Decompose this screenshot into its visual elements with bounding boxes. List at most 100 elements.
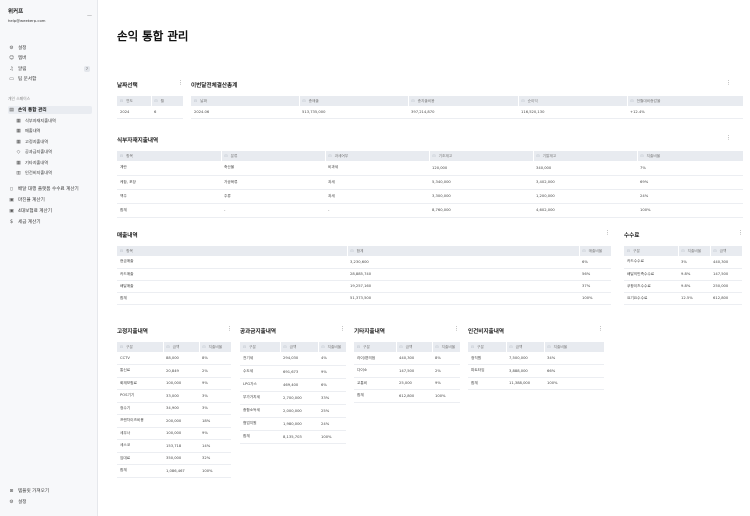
sidebar-item-label: 멤버 xyxy=(18,56,27,61)
table-cell: 440,300 xyxy=(396,352,432,365)
phone-icon: ▯ xyxy=(10,186,13,192)
more-icon[interactable]: ⋮ xyxy=(605,230,610,236)
more-icon[interactable]: ⋮ xyxy=(178,80,183,86)
table-cell: 카드수수료 xyxy=(624,256,678,269)
table-cell: 가공육류 xyxy=(221,175,325,190)
table-cell: 20,849 xyxy=(163,364,199,378)
column-header: ⊟ 지출비율 xyxy=(198,342,231,352)
sidebar-item-notifications[interactable]: ♫ 알림 7 xyxy=(8,65,92,73)
table-row: 임대료 350,000 32% xyxy=(117,452,231,465)
sidebar-item-members[interactable]: ☺ 멤버 xyxy=(8,54,92,62)
table-row: 합계 - -8,760,000 4,602,000 100% xyxy=(117,203,743,218)
table-cell: 12.5% xyxy=(678,292,710,305)
table-cell: 9.8% xyxy=(678,268,710,281)
table-cell: 합계 xyxy=(240,430,280,444)
sidebar-item-label: 알림 xyxy=(18,67,27,72)
table-icon: ▦ xyxy=(16,160,21,166)
sidebar-item-delivery-fee-calculator[interactable]: ▯ 배달 대행 플랫폼 수수료 계산기 xyxy=(8,185,92,193)
sidebar-item-label: 팀 문서함 xyxy=(18,77,37,82)
more-icon[interactable]: ⋮ xyxy=(454,326,459,332)
minus-icon[interactable]: — xyxy=(87,13,92,19)
table-cell: 34% xyxy=(544,352,604,365)
column-header: ⊟ 구분 xyxy=(468,342,506,352)
sidebar-item-utility-expenses[interactable]: ◇ 공과금지출내역 xyxy=(15,148,91,156)
table-row: 다이소 147,500 2% xyxy=(354,364,460,378)
table-cell: 요기요수수료 xyxy=(624,292,678,305)
table-cell: 화재보험료 xyxy=(117,377,163,390)
table-cell: 4,602,000 xyxy=(533,203,637,218)
table-cell: 합계 xyxy=(468,377,506,390)
table-cell: 주류 xyxy=(221,189,325,204)
table-cell: 2024.06 xyxy=(191,106,299,119)
more-icon[interactable]: ⋮ xyxy=(726,135,731,141)
table-row: 카드수수료 3% 440,300 xyxy=(624,256,742,269)
table-cell: 612,800 xyxy=(710,292,742,305)
table-cell: 88,000 xyxy=(163,352,199,365)
year-cell[interactable]: 2024 xyxy=(117,106,151,119)
dollar-icon: $ xyxy=(9,219,14,225)
sidebar-item-sales[interactable]: ▦ 매출내역 xyxy=(15,127,91,135)
more-icon[interactable]: ⋮ xyxy=(340,326,345,332)
table-cell: 4% xyxy=(318,352,346,366)
table-cell: 쿠팡이츠수수료 xyxy=(624,280,678,293)
table-cell: 6% xyxy=(318,378,346,392)
table-row: POS기기 33,000 3% xyxy=(117,389,231,403)
table-cell: 9.8% xyxy=(678,280,710,293)
sidebar-item-tax-calculator[interactable]: $ 세금 계산기 xyxy=(8,218,92,226)
table-row: 합계 11,388,000 100% xyxy=(468,377,604,390)
more-icon[interactable]: ⋮ xyxy=(598,326,603,332)
column-header: ⊟ 전월대비증감율 xyxy=(626,96,743,106)
column-header: ⊟ 과세여부 xyxy=(324,151,429,161)
table-cell: 34,900 xyxy=(163,402,199,415)
fee-card-title: 수수료 xyxy=(624,233,640,239)
sidebar-item-import-template[interactable]: ⊞ 템플릿 가져오기 xyxy=(8,487,92,495)
table-row: 세무사 100,000 9% xyxy=(117,427,231,440)
table-cell: 합계 xyxy=(117,292,347,305)
table-cell: 종합소득세 xyxy=(240,404,280,418)
column-header: ⊟ 월 xyxy=(150,96,183,106)
table-row: 파트타임 3,888,000 66% xyxy=(468,364,604,378)
sidebar-item-bottom-settings[interactable]: ⚙ 설정 xyxy=(8,498,92,506)
table-cell: 24% xyxy=(318,417,346,431)
table-row: CCTV 88,000 8% xyxy=(117,352,231,365)
utility-table: ⊟ 구분 ⊟ 금액 ⊟ 지출비율 전기세 294,030 4% 수도세 691,673 9% … xyxy=(240,342,346,444)
table-cell: 9% xyxy=(432,377,460,390)
sidebar-item-fixed-expenses[interactable]: ▦ 고정지출내역 xyxy=(15,138,91,146)
sidebar-item-labor-expenses[interactable]: ▥ 인건비지출내역 xyxy=(15,169,91,177)
table-row: 협업지원 1,980,000 24% xyxy=(240,417,346,431)
table-cell: 3% xyxy=(199,389,231,403)
sidebar-item-settings[interactable]: ⚙ 설정 xyxy=(8,44,92,52)
table-cell: 8% xyxy=(199,352,231,365)
month-cell[interactable]: 6 xyxy=(151,106,183,119)
table-row: 2024.06 513,735,000 397,214,870 116,520,… xyxy=(191,106,743,119)
table-cell: 469,400 xyxy=(280,378,318,392)
sidebar-item-ingredient-expenses[interactable]: ▦ 식부자재지출내역 xyxy=(15,117,91,125)
sidebar-item-profit-loss[interactable]: ▤ 손익 통합 관리 xyxy=(8,106,92,114)
sidebar-item-other-expenses[interactable]: ▦ 기타지출내역 xyxy=(15,159,91,167)
sidebar-item-team-docs[interactable]: ▭ 팀 문서함 xyxy=(8,75,92,83)
sidebar-item-insurance-calculator[interactable]: ▣ 4대보험료 계산기 xyxy=(8,207,92,215)
table-cell: 33,000 xyxy=(163,389,199,403)
table-cell: 배달매출 xyxy=(117,280,347,293)
sidebar-item-margin-calculator[interactable]: ▣ 마진율 계산기 xyxy=(8,196,92,204)
table-cell: 14% xyxy=(199,439,231,453)
table-cell: 배달의민족수수료 xyxy=(624,268,678,281)
table-cell: 3,402,000 xyxy=(533,175,637,190)
table-cell: 440,300 xyxy=(710,256,742,269)
workspace-header[interactable]: 위커프 help@weekerp.com — xyxy=(8,7,92,23)
bar-chart-icon: ▥ xyxy=(16,170,21,176)
table-cell: 축산물 xyxy=(221,161,325,176)
fixed-table: ⊟ 구분 ⊟ 금액 ⊟ 지출비율 CCTV 88,000 8% 통신료 20,849 2% 화… xyxy=(117,342,231,478)
table-row: 합계 1,086,467 100% xyxy=(117,464,231,478)
table-cell: 3,230,600 xyxy=(347,256,579,269)
table-row: 맥주 주류 과세 3,300,000 1,200,000 24% xyxy=(117,189,743,204)
table-cell: - xyxy=(325,203,429,218)
table-cell: 19,257,160 xyxy=(347,280,579,293)
table-cell: 비과세 xyxy=(325,161,429,176)
more-icon[interactable]: ⋮ xyxy=(227,326,232,332)
column-header: ⊟ 금액 xyxy=(505,342,544,352)
more-icon[interactable]: ⋮ xyxy=(726,80,731,86)
column-header: ⊟ 지출비율 xyxy=(543,342,604,352)
column-header: ⊟ 지출비율 xyxy=(636,151,743,161)
more-icon[interactable]: ⋮ xyxy=(738,230,743,236)
